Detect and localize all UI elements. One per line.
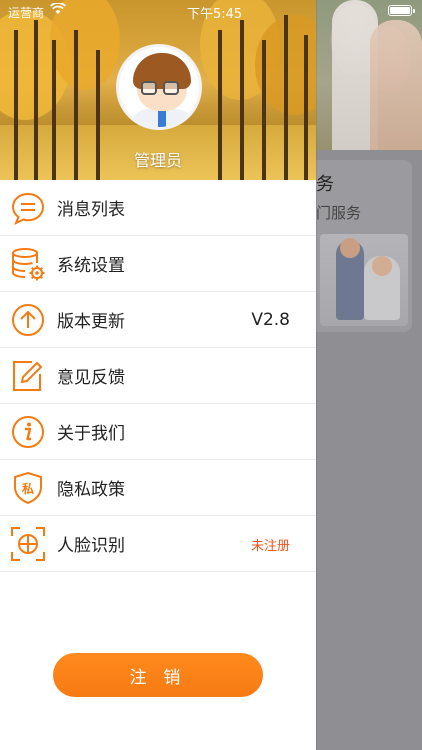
svg-text:私: 私 [21,481,34,496]
side-drawer: 管理员 消息列表 系统设置 版本更新 V2.8 意见反馈 关于我们 私 隐私政策… [0,0,316,750]
background-card-image [320,234,408,326]
face-scan-icon [10,526,46,562]
card-image-figure [372,256,392,276]
menu-item-version-update[interactable]: 版本更新 V2.8 [0,292,316,348]
banner-person-figure [370,20,422,150]
menu-label: 隐私政策 [57,480,125,500]
status-time: 下午5:45 [187,7,243,22]
menu-item-settings[interactable]: 系统设置 [0,236,316,292]
drawer-edge [316,0,317,750]
avatar-glasses [163,81,179,95]
menu-label: 消息列表 [57,200,125,220]
drawer-menu: 消息列表 系统设置 版本更新 V2.8 意见反馈 关于我们 私 隐私政策 人脸识… [0,180,316,572]
status-bar: 运营商 下午5:45 [0,0,422,22]
avatar-tie [158,109,166,127]
version-number: V2.8 [251,310,290,330]
face-status-badge: 未注册 [250,538,290,554]
menu-item-messages[interactable]: 消息列表 [0,180,316,236]
info-icon [10,414,46,450]
wifi-icon [49,2,67,18]
avatar-glasses [141,81,157,95]
message-icon [10,190,46,226]
menu-item-face-recognition[interactable]: 人脸识别 未注册 [0,516,316,572]
settings-database-icon [10,246,46,282]
update-arrow-icon [10,302,46,338]
menu-item-feedback[interactable]: 意见反馈 [0,348,316,404]
menu-label: 关于我们 [57,424,125,444]
user-name: 管理员 [133,151,182,170]
logout-button[interactable]: 注 销 [53,653,263,697]
menu-item-about[interactable]: 关于我们 [0,404,316,460]
background-card-title: 务 [316,174,334,195]
menu-label: 系统设置 [57,256,125,276]
menu-label: 人脸识别 [57,536,125,556]
battery-icon [388,5,415,16]
privacy-shield-icon: 私 [10,470,46,506]
avatar[interactable] [116,44,202,130]
card-image-figure [340,238,360,258]
feedback-edit-icon [10,358,46,394]
menu-label: 意见反馈 [57,368,125,388]
menu-label: 版本更新 [57,312,125,332]
background-card-subtitle: 门服务 [316,204,362,222]
drawer-header: 管理员 [0,0,316,180]
carrier-label: 运营商 [8,6,45,20]
menu-item-privacy[interactable]: 私 隐私政策 [0,460,316,516]
